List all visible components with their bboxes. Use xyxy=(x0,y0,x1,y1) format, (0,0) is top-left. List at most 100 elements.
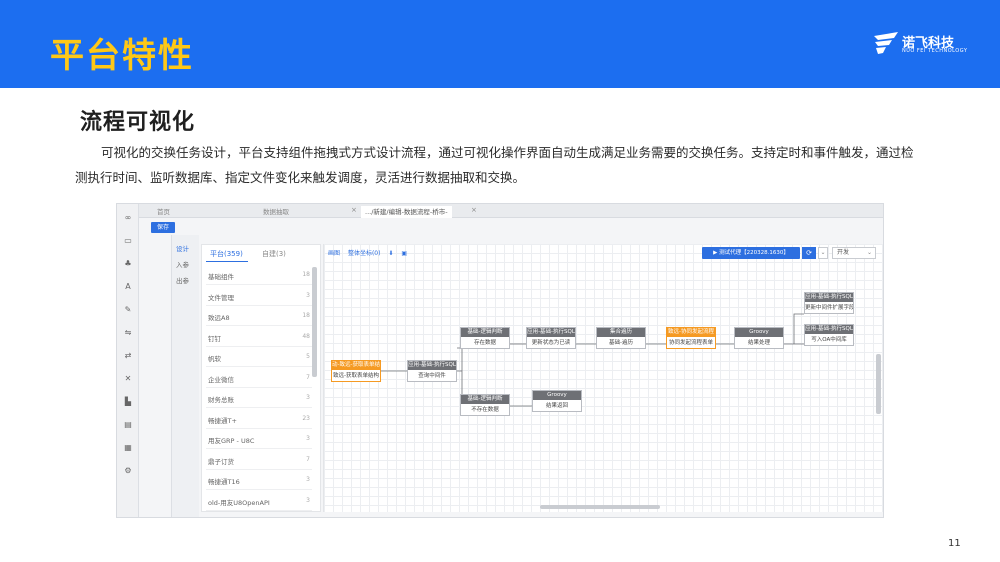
node-label: 结果处理 xyxy=(747,340,770,346)
component-name: 致远A8 xyxy=(208,314,230,322)
component-count: 7 xyxy=(306,455,310,463)
component-count: 3 xyxy=(306,394,310,401)
shuffle-icon[interactable]: ⇋ xyxy=(122,327,134,339)
flow-node[interactable]: Groovy 结果处理 xyxy=(734,327,784,349)
close-icon[interactable]: × xyxy=(471,206,477,214)
component-count: 3 xyxy=(306,476,310,483)
company-logo: 诺飞科技 NUO FEI TECHNOLOGY xyxy=(872,30,972,58)
node-label: 查询中间件 xyxy=(418,373,446,379)
flow-node[interactable]: 集合遍历基础-遍历 xyxy=(596,327,646,349)
component-name: 财务总账 xyxy=(208,396,234,404)
pen-icon[interactable]: ✎ xyxy=(122,304,134,316)
list-item[interactable]: 帆软 5 xyxy=(206,347,312,367)
flow-designer-screenshot: ∞ ▭ ♣ A ✎ ⇋ ⇄ ✕ ▙ ▤ ▦ ⚙ 首页 数据抽取 × .../新建/编辑-数据流程-桥市… xyxy=(116,203,884,518)
component-count: 18 xyxy=(302,271,310,278)
list-item[interactable]: 畅捷通T+ 23 xyxy=(206,409,312,429)
table-icon[interactable]: ▦ xyxy=(122,442,134,454)
node-label: 更新状态为已读 xyxy=(531,340,571,346)
node-type: 致远-协同发起流程 xyxy=(667,328,715,337)
tab-bar: 首页 数据抽取 × .../新建/编辑-数据流程-桥市- × xyxy=(139,204,883,218)
tab-data-extract[interactable]: 数据抽取 xyxy=(259,206,293,218)
list-item[interactable]: 钉钉 48 xyxy=(206,327,312,347)
canvas-scrollbar-horizontal[interactable] xyxy=(540,505,660,509)
node-type: 集合遍历 xyxy=(597,328,645,337)
menu-column xyxy=(139,235,171,517)
node-label: 存在数据 xyxy=(473,340,496,346)
swap-icon[interactable]: ⇄ xyxy=(122,350,134,362)
tab-custom[interactable]: 自建(3) xyxy=(262,249,286,259)
component-name: 文件管理 xyxy=(208,293,234,302)
node-type: Groovy xyxy=(735,328,783,337)
list-item[interactable]: 鼎子订货 7 xyxy=(206,450,312,470)
component-panel: 平台(359) 自建(3) 基础组件 18 文件管理 3 致远A8 18 钉钉 48 帆软 5 企业… xyxy=(201,244,321,512)
component-name: 基础组件 xyxy=(208,273,234,281)
component-name: old-用友U8OpenAPI xyxy=(208,498,270,507)
font-icon[interactable]: A xyxy=(122,281,134,293)
component-name: 畅捷通T+ xyxy=(208,416,237,425)
menu-item-input-params[interactable]: 入参 xyxy=(176,259,189,269)
flow-node[interactable]: 应用-基础-执行SQL 更新中间件扩展字段值 xyxy=(804,292,854,314)
flow-node[interactable]: 应用-基础-执行SQL 查询中间件 xyxy=(407,360,457,382)
component-count: 48 xyxy=(302,332,310,340)
page-number: 11 xyxy=(948,538,961,549)
menu-item-design[interactable]: 设计 xyxy=(176,243,189,253)
component-name: 钉钉 xyxy=(208,334,221,343)
node-type: 应用-基础-执行SQL xyxy=(805,325,853,334)
node-type: 应用-基础-执行SQL xyxy=(805,293,853,302)
component-count: 3 xyxy=(306,496,310,504)
nuofei-logo-icon xyxy=(874,32,898,54)
close-icon[interactable]: × xyxy=(351,206,357,214)
logo-subtitle: NUO FEI TECHNOLOGY xyxy=(902,48,968,54)
file-icon[interactable]: ▤ xyxy=(122,419,134,431)
flow-node[interactable]: 致远-协同发起流程 协同发起流程表单 xyxy=(666,327,716,349)
component-count: 18 xyxy=(302,312,310,319)
list-item[interactable]: 企业微信 7 xyxy=(206,368,312,388)
flow-node[interactable]: 应用-基础-执行SQL 写入OA中间库 xyxy=(804,324,854,346)
slide-title: 平台特性 xyxy=(50,36,194,76)
description-text: 可视化的交换任务设计，平台支持组件拖拽式方式设计流程，通过可视化操作界面自动生成… xyxy=(75,145,914,185)
tab-home[interactable]: 首页 xyxy=(153,206,174,218)
link-icon[interactable]: ∞ xyxy=(122,212,134,224)
component-name: 企业微信 xyxy=(208,375,234,384)
node-label: 协同发起流程表单 xyxy=(668,340,713,346)
tab-platform[interactable]: 平台(359) xyxy=(210,249,243,259)
node-label: 更新中间件扩展字段值 xyxy=(805,305,853,311)
component-count: 3 xyxy=(306,291,310,299)
node-type: 应用-基础-执行SQL xyxy=(408,361,456,370)
list-item[interactable]: 用友GRP - U8C 3 xyxy=(206,429,312,449)
node-label: 基础-遍历 xyxy=(609,340,633,346)
component-count: 7 xyxy=(306,373,310,381)
list-item[interactable]: 财务总账 3 xyxy=(206,388,312,408)
node-type: 应用-基础-执行SQL xyxy=(527,328,575,337)
section-title: 流程可视化 xyxy=(80,110,196,135)
list-item[interactable]: old-用友U8OpenAPI 3 xyxy=(206,491,312,511)
node-type: 基础-逻辑判断 xyxy=(461,395,509,404)
component-name: 用友GRP - U8C xyxy=(208,437,255,445)
flow-node[interactable]: 动-致远-获取表单结构致远-获取表单结构 xyxy=(331,360,381,382)
flow-node[interactable]: 基础-逻辑判断 存在数据 xyxy=(460,327,510,349)
grid-icon[interactable]: ▙ xyxy=(122,396,134,408)
design-menu: 设计 入参 出参 xyxy=(171,235,199,517)
component-count: 3 xyxy=(306,435,310,442)
list-item[interactable]: 基础组件 18 xyxy=(206,265,312,285)
flow-canvas[interactable]: 画图 整体坐标(0) ⬇ ▣ ▶ 测试代理【220328.1630】 ⟳ ⌄ 开… xyxy=(323,244,883,512)
canvas-scrollbar-vertical[interactable] xyxy=(876,354,881,414)
tab-flow-edit[interactable]: .../新建/编辑-数据流程-桥市- xyxy=(361,206,452,218)
random-icon[interactable]: ✕ xyxy=(122,373,134,385)
component-scrollbar[interactable] xyxy=(312,267,317,377)
monitor-icon[interactable]: ▭ xyxy=(122,235,134,247)
list-item[interactable]: 致远A8 18 xyxy=(206,306,312,326)
node-label: 结果返回 xyxy=(545,403,568,409)
flow-node[interactable]: 基础-逻辑判断 不存在数据 xyxy=(460,394,510,416)
node-type: Groovy xyxy=(533,391,581,400)
flow-node[interactable]: Groovy 结果返回 xyxy=(532,390,582,412)
flow-node[interactable]: 应用-基础-执行SQL 更新状态为已读 xyxy=(526,327,576,349)
list-item[interactable]: 文件管理 3 xyxy=(206,286,312,306)
component-count: 5 xyxy=(306,353,310,360)
menu-item-output-params[interactable]: 出参 xyxy=(176,275,189,285)
save-button[interactable]: 保存 xyxy=(151,222,175,233)
app-sidebar: ∞ ▭ ♣ A ✎ ⇋ ⇄ ✕ ▙ ▤ ▦ ⚙ xyxy=(117,204,139,517)
users-icon[interactable]: ♣ xyxy=(122,258,134,270)
gear-icon[interactable]: ⚙ xyxy=(122,465,134,477)
list-item[interactable]: 畅捷通T16 3 xyxy=(206,470,312,490)
